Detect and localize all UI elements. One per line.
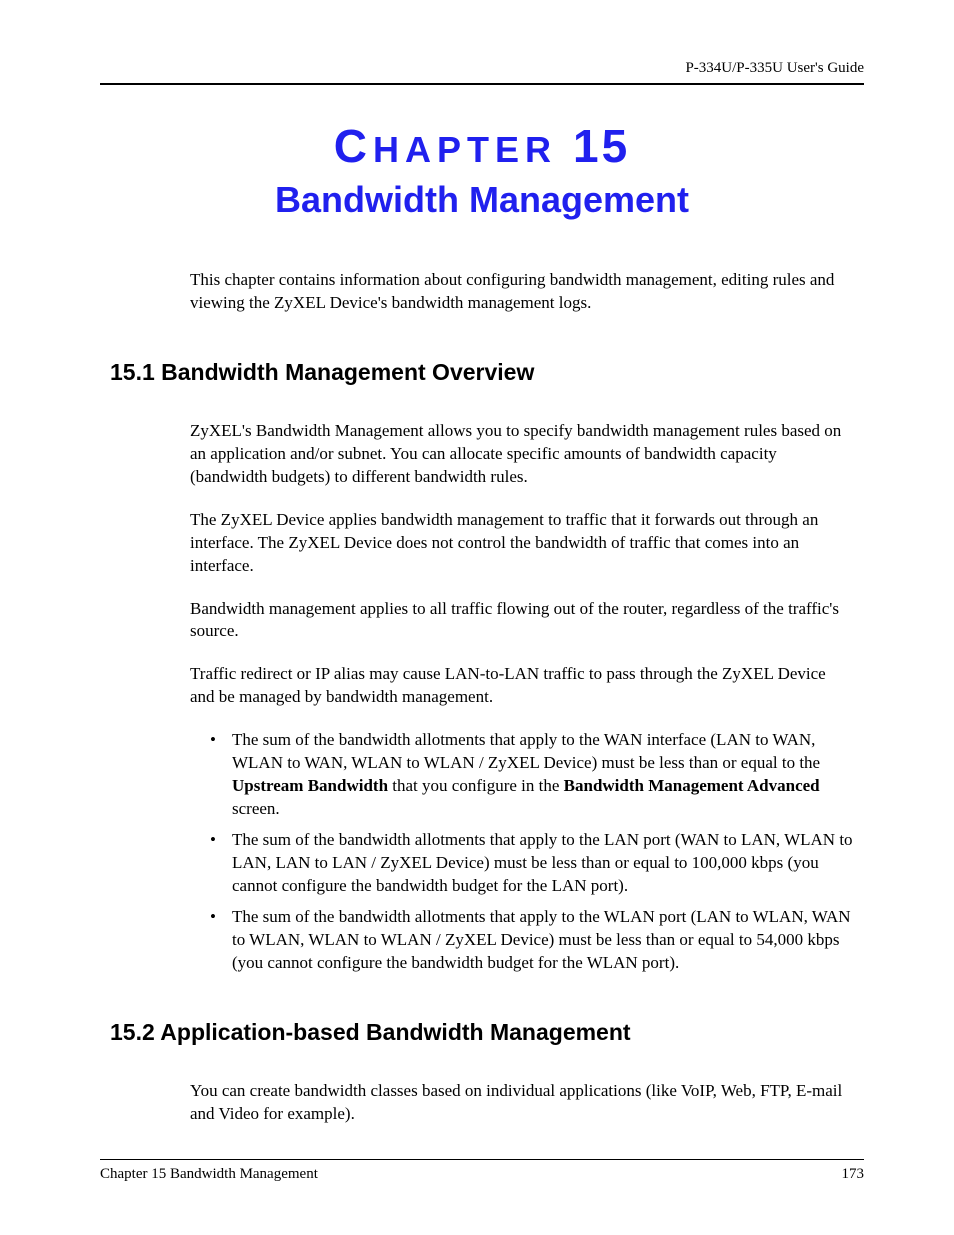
list-item: • The sum of the bandwidth allotments th… [210,829,854,898]
section-heading-15-1: 15.1 Bandwidth Management Overview [110,359,864,386]
bold-bandwidth-management-advanced: Bandwidth Management Advanced [564,776,820,795]
chapter-number: 15 [573,120,630,172]
bullet-text-2: The sum of the bandwidth allotments that… [232,829,854,898]
chapter-label-rest: HAPTER [373,129,557,170]
page-header: P-334U/P-335U User's Guide [100,60,864,85]
bold-upstream-bandwidth: Upstream Bandwidth [232,776,388,795]
section1-p3: Bandwidth management applies to all traf… [190,598,854,644]
chapter-label: CHAPTER 15 [100,119,864,173]
section1-p1: ZyXEL's Bandwidth Management allows you … [190,420,854,489]
footer-chapter-label: Chapter 15 Bandwidth Management [100,1166,318,1183]
chapter-title: Bandwidth Management [100,179,864,221]
chapter-intro: This chapter contains information about … [190,269,854,315]
section1-p2: The ZyXEL Device applies bandwidth manag… [190,509,854,578]
section-heading-15-2: 15.2 Application-based Bandwidth Managem… [110,1019,864,1046]
section1-bullet-list: • The sum of the bandwidth allotments th… [210,729,854,974]
chapter-label-prefix: C [334,120,373,172]
guide-title: P-334U/P-335U User's Guide [685,60,864,76]
list-item: • The sum of the bandwidth allotments th… [210,729,854,821]
section2-p1: You can create bandwidth classes based o… [190,1080,854,1126]
page-footer: Chapter 15 Bandwidth Management 173 [100,1159,864,1183]
bullet-text-3: The sum of the bandwidth allotments that… [232,906,854,975]
section1-p4: Traffic redirect or IP alias may cause L… [190,663,854,709]
bullet-text-1: The sum of the bandwidth allotments that… [232,729,854,821]
bullet-icon: • [210,729,232,821]
bullet-icon: • [210,829,232,898]
footer-page-number: 173 [842,1166,865,1183]
bullet-icon: • [210,906,232,975]
list-item: • The sum of the bandwidth allotments th… [210,906,854,975]
